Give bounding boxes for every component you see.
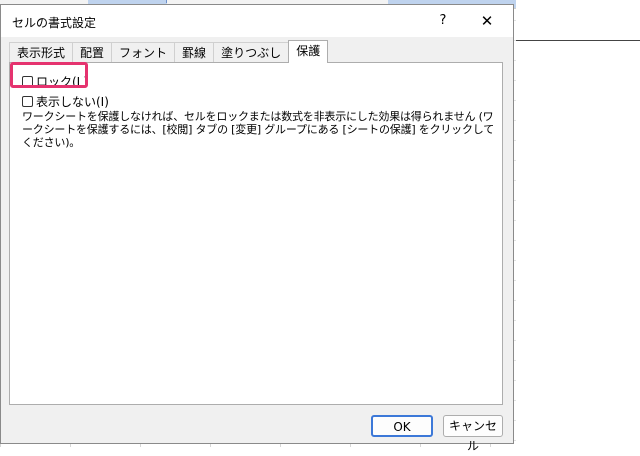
lock-checkbox[interactable] bbox=[22, 76, 33, 87]
dialog-title: セルの書式設定 bbox=[12, 16, 97, 30]
lock-label[interactable]: ロック(L) bbox=[36, 73, 88, 90]
hidden-checkbox[interactable] bbox=[22, 96, 33, 107]
ok-button[interactable]: OK bbox=[371, 415, 433, 437]
tab-protection[interactable]: 保護 bbox=[288, 40, 329, 63]
format-cells-dialog: セルの書式設定 ? ✕ 表示形式 配置 フォント 罫線 塗りつぶし 保護 ロック… bbox=[0, 4, 514, 453]
cancel-button[interactable]: キャンセル bbox=[443, 415, 503, 453]
lock-option[interactable]: ロック(L) bbox=[22, 73, 88, 90]
spreadsheet-outside-area bbox=[516, 0, 640, 41]
dialog-titlebar[interactable]: セルの書式設定 ? ✕ bbox=[1, 5, 513, 37]
hidden-option[interactable]: 表示しない(I) bbox=[22, 93, 109, 110]
tab-strip: 表示形式 配置 フォント 罫線 塗りつぶし 保護 bbox=[9, 40, 329, 63]
hidden-label[interactable]: 表示しない(I) bbox=[36, 93, 109, 110]
close-icon[interactable]: ✕ bbox=[475, 9, 499, 33]
tab-number-format[interactable]: 表示形式 bbox=[9, 42, 74, 62]
help-icon[interactable]: ? bbox=[431, 9, 455, 33]
protection-description: ワークシートを保護しなければ、セルをロックまたは数式を非表示にした効果は得られま… bbox=[22, 110, 495, 149]
protection-panel: ロック(L) 表示しない(I) ワークシートを保護しなければ、セルをロックまたは… bbox=[9, 62, 503, 405]
tab-font[interactable]: フォント bbox=[111, 42, 176, 62]
tab-alignment[interactable]: 配置 bbox=[72, 42, 113, 62]
tab-fill[interactable]: 塗りつぶし bbox=[213, 42, 290, 62]
tab-border[interactable]: 罫線 bbox=[174, 42, 215, 62]
